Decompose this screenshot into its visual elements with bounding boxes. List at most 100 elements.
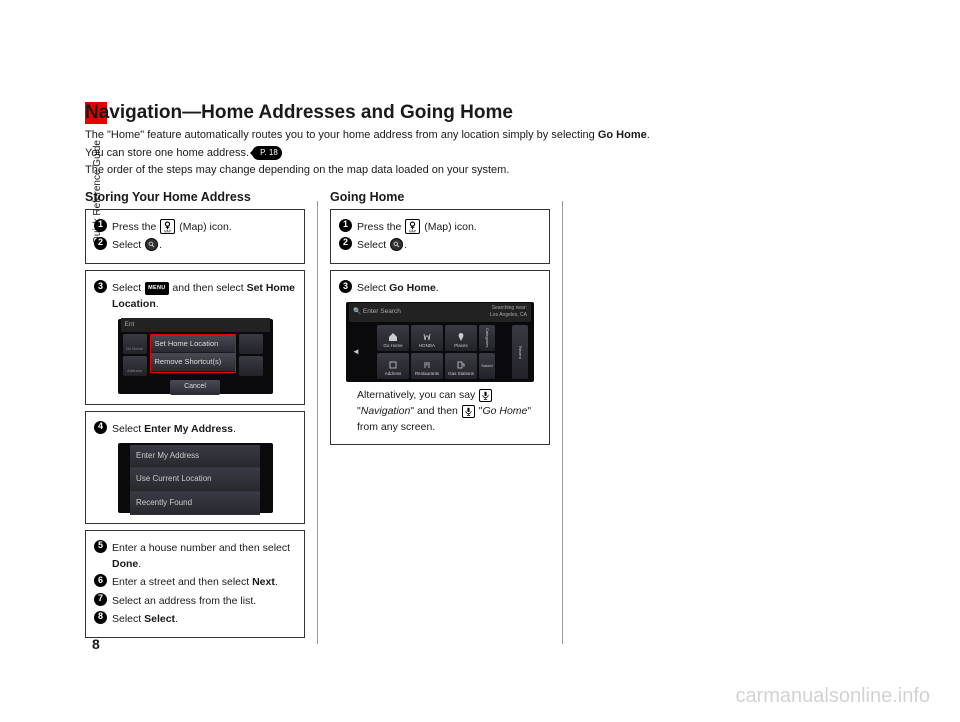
nav-tile-recent: Recent <box>512 325 528 379</box>
col-heading: Going Home <box>330 190 550 204</box>
svg-text:MAP: MAP <box>409 230 416 234</box>
nav-tile-restaurants: Restaurants <box>411 353 443 379</box>
text: Enter a street and then select <box>112 576 252 588</box>
text-bold: Go Home <box>598 129 647 141</box>
search-label: 🔍 Enter Search <box>353 307 401 317</box>
step-number: 8 <box>94 611 107 624</box>
screenshot-go-home: 🔍 Enter Search Searching near: Los Angel… <box>346 302 534 382</box>
text: . <box>275 576 278 588</box>
list-item: Use Current Location <box>130 468 260 491</box>
nav-tile-honda: HONDA <box>411 325 443 351</box>
step-3: 3 Select Go Home. <box>339 280 541 296</box>
tile-label: HONDA <box>419 343 435 350</box>
step-number: 1 <box>339 219 352 232</box>
step-1: 1 Press the MAP (Map) icon. <box>94 219 296 235</box>
text: Alternatively, you can say <box>357 389 478 401</box>
ghost-tile: Address <box>123 356 147 376</box>
screenshot-enter-address: Enter My Address Use Current Location Re… <box>118 443 273 513</box>
list-item: Enter My Address <box>130 445 260 468</box>
ghost-tile: Go Home <box>123 334 147 354</box>
text: . <box>647 129 650 141</box>
popup-item: Set Home Location <box>151 335 235 354</box>
box-steps-1-2: 1 Press the MAP (Map) icon. 2 Select . <box>85 209 305 265</box>
column-divider <box>317 201 318 645</box>
page-content: Navigation—Home Addresses and Going Home… <box>85 80 885 644</box>
text: Select <box>357 239 389 251</box>
text: (Map) icon. <box>176 221 231 233</box>
step-6: 6 Enter a street and then select Next. <box>94 574 296 590</box>
step-number: 1 <box>94 219 107 232</box>
nav-tile-places: Places <box>445 325 477 351</box>
text-bold: Enter My Address <box>144 423 233 435</box>
text: Select <box>112 613 144 625</box>
tile-label: Gas Stations <box>448 371 474 378</box>
svg-text:MAP: MAP <box>164 230 171 234</box>
col-storing: Storing Your Home Address 1 Press the MA… <box>85 187 305 645</box>
text: Ent <box>125 320 135 330</box>
intro-line-2: You can store one home address. P. 18 <box>85 145 885 162</box>
search-icon <box>145 238 158 251</box>
column-divider <box>562 201 563 645</box>
nav-tile-categories: Categories <box>479 325 495 351</box>
page-ref-pill: P. 18 <box>252 146 282 160</box>
text-italic: Go Home <box>482 405 527 417</box>
tile-label: Places <box>454 343 468 350</box>
step-number: 4 <box>94 421 107 434</box>
text: . <box>138 558 141 570</box>
text: Select <box>112 423 144 435</box>
text-bold: Done <box>112 558 138 570</box>
step-number: 2 <box>94 237 107 250</box>
text: Press the <box>357 221 404 233</box>
text: The "Home" feature automatically routes … <box>85 129 598 141</box>
text: You can store one home address. <box>85 147 249 159</box>
tile-label: Restaurants <box>415 371 439 378</box>
text-bold: Select <box>144 613 175 625</box>
menu-icon: MENU <box>145 282 168 295</box>
intro-line-1: The "Home" feature automatically routes … <box>85 127 885 144</box>
ghost-tile <box>239 356 263 376</box>
text: . <box>233 423 236 435</box>
tile-label: Go Home <box>383 343 402 350</box>
step-4: 4 Select Enter My Address. <box>94 421 296 437</box>
text: Select <box>357 282 389 294</box>
step-5: 5 Enter a house number and then select D… <box>94 540 296 573</box>
step-2: 2 Select . <box>94 237 296 253</box>
voice-icon <box>479 389 492 402</box>
tile-label: Saved <box>481 363 492 369</box>
cancel-button: Cancel <box>170 380 220 395</box>
box-step-3: 3 Select MENU and then select Set Home L… <box>85 270 305 405</box>
step-2: 2 Select . <box>339 237 541 253</box>
text: . <box>175 613 178 625</box>
text: (Map) icon. <box>421 221 476 233</box>
map-icon: MAP <box>160 219 175 234</box>
nav-tile-go-home: Go Home <box>377 325 409 351</box>
text: Press the <box>112 221 159 233</box>
tile-label: Address <box>385 371 402 378</box>
location-label: Searching near: Los Angeles, CA <box>490 305 527 321</box>
intro-block: The "Home" feature automatically routes … <box>85 127 885 179</box>
text-bold: Go Home <box>389 282 436 294</box>
text: . <box>404 239 407 251</box>
watermark: carmanualsonline.info <box>735 685 930 708</box>
text: Enter a house number and then select <box>112 542 290 554</box>
text: . <box>156 298 159 310</box>
text: and then select <box>170 282 247 294</box>
menu-list: Enter My Address Use Current Location Re… <box>130 445 260 515</box>
step-number: 2 <box>339 237 352 250</box>
text-italic: Navigation <box>361 405 411 417</box>
voice-icon <box>462 405 475 418</box>
step-number: 3 <box>94 280 107 293</box>
box-steps-1-2: 1 Press the MAP (Map) icon. 2 Select . <box>330 209 550 265</box>
arrow-left-icon: ◄ <box>352 346 360 358</box>
text: Select an address from the list. <box>112 595 256 607</box>
popup-item: Remove Shortcut(s) <box>151 353 235 372</box>
text: Enter Search <box>363 308 401 315</box>
step-8: 8 Select Select. <box>94 611 296 627</box>
search-icon <box>390 238 403 251</box>
box-step-4: 4 Select Enter My Address. Enter My Addr… <box>85 411 305 524</box>
text: Select <box>112 239 144 251</box>
step-number: 5 <box>94 540 107 553</box>
nav-tile-address: Address <box>377 353 409 379</box>
nav-bar: Ent <box>121 318 270 332</box>
alt-instructions: Alternatively, you can say "Navigation" … <box>357 388 537 435</box>
